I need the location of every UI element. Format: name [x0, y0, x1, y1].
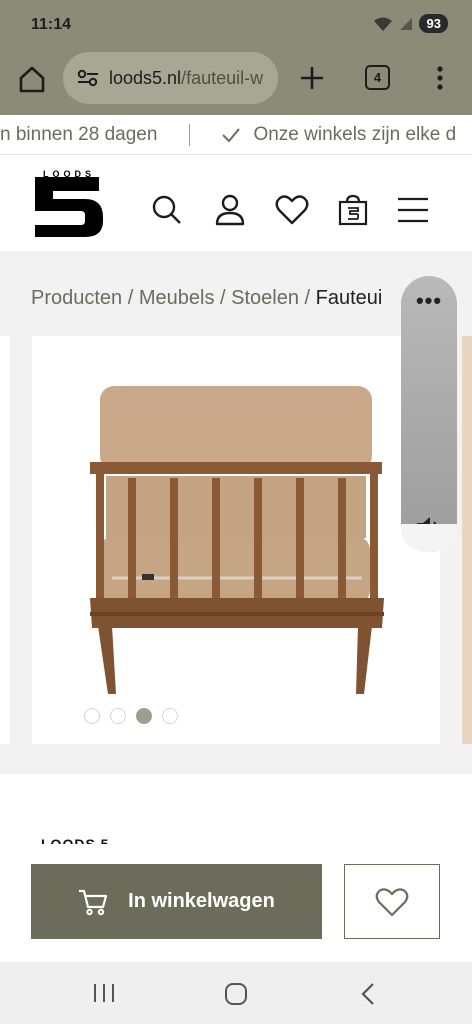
breadcrumb-separator: / — [122, 287, 139, 309]
pagination-dot[interactable] — [110, 708, 126, 724]
breadcrumb-separator: / — [298, 287, 316, 309]
url-domain: loods5.nl — [109, 67, 182, 88]
promo-item: Onze winkels zijn elke d — [253, 124, 457, 145]
search-icon[interactable] — [150, 193, 184, 227]
breadcrumb-link[interactable]: Meubels — [139, 287, 215, 309]
signal-icon — [399, 17, 412, 30]
url-path: /fauteuil-w — [181, 67, 264, 88]
add-to-cart-label: In winkelwagen — [128, 890, 275, 912]
site-header: LOODS — [0, 155, 472, 251]
more-horiz-icon[interactable]: ••• — [401, 290, 457, 312]
recent-apps-icon[interactable] — [92, 982, 116, 1004]
product-image-card[interactable] — [32, 336, 440, 744]
system-nav-bar — [0, 962, 472, 1024]
breadcrumb-current: Fauteui — [315, 287, 383, 309]
next-image-peek[interactable] — [462, 336, 472, 744]
status-icons: 93 — [373, 14, 448, 33]
armchair-image — [90, 386, 384, 694]
volume-panel[interactable]: ••• — [401, 276, 457, 552]
new-tab-icon[interactable] — [298, 64, 326, 92]
wifi-icon — [373, 17, 392, 31]
tab-switcher-button[interactable]: 4 — [365, 65, 390, 90]
promo-ticker: n binnen 28 dagen Onze winkels zijn elke… — [0, 115, 472, 155]
product-info-section — [0, 774, 472, 844]
ticker-divider — [189, 124, 191, 146]
add-to-cart-button[interactable]: In winkelwagen — [31, 864, 322, 939]
promo-item: n binnen 28 dagen — [0, 124, 158, 145]
pagination-dot[interactable] — [162, 708, 178, 724]
battery-indicator: 93 — [418, 14, 448, 33]
pagination-dot[interactable] — [84, 708, 100, 724]
add-to-wishlist-button[interactable] — [344, 864, 440, 939]
home-icon[interactable] — [17, 64, 47, 94]
previous-image-peek[interactable] — [0, 336, 10, 744]
home-nav-icon[interactable] — [224, 982, 248, 1006]
heart-icon — [375, 887, 409, 916]
account-icon[interactable] — [213, 193, 247, 227]
cart-icon — [79, 889, 108, 915]
shopping-bag-icon[interactable] — [336, 193, 370, 227]
breadcrumb-link[interactable]: Stoelen — [231, 287, 299, 309]
pagination-dot[interactable] — [136, 708, 152, 724]
logo-numeral — [35, 177, 103, 237]
volume-level-track — [401, 524, 457, 552]
status-time: 11:14 — [31, 16, 72, 33]
breadcrumb-separator: / — [214, 287, 232, 309]
site-settings-icon[interactable] — [77, 69, 99, 87]
wishlist-icon[interactable] — [275, 193, 309, 227]
hamburger-menu-icon[interactable] — [396, 193, 430, 227]
section-divider — [0, 744, 472, 774]
back-icon[interactable] — [358, 982, 378, 1006]
status-bar: 11:14 93 — [0, 0, 472, 50]
more-vert-icon[interactable] — [430, 64, 450, 92]
loods5-logo[interactable]: LOODS — [33, 169, 105, 239]
checkmark-icon — [222, 128, 241, 143]
sticky-cta-bar: In winkelwagen — [0, 844, 472, 962]
browser-toolbar: loods5.nl/fauteuil-w 4 — [0, 50, 472, 115]
breadcrumb-link[interactable]: Producten — [31, 287, 122, 309]
gallery-pagination — [84, 708, 178, 724]
address-bar[interactable]: loods5.nl/fauteuil-w — [63, 52, 278, 104]
